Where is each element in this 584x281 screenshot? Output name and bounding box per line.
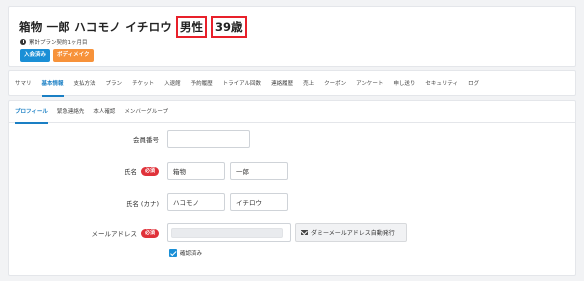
member-number-input[interactable] bbox=[167, 130, 250, 148]
email-input-wrapper[interactable] bbox=[167, 223, 291, 242]
email-confirmed-row: 確認済み bbox=[169, 249, 202, 257]
status-badges: 入会済み ボディメイク bbox=[20, 49, 94, 62]
tab-sales[interactable]: 売上 bbox=[303, 71, 314, 97]
tab-payment-method[interactable]: 支払方法 bbox=[74, 71, 96, 97]
last-name-kana-input[interactable]: ハコモノ bbox=[167, 193, 225, 211]
email-confirmed-label: 確認済み bbox=[180, 251, 203, 257]
tab-reservation-history[interactable]: 予約履歴 bbox=[191, 71, 213, 97]
sub-tab-bar: プロフィール 緊急連絡先 本人確認 メンバーグループ bbox=[9, 101, 575, 124]
email-input[interactable] bbox=[171, 228, 283, 238]
dummy-email-issue-label: ダミーメールアドレス自動発行 bbox=[311, 230, 395, 237]
name-label-text: 氏名 bbox=[123, 168, 137, 176]
email-confirmed-checkbox[interactable] bbox=[169, 249, 177, 257]
tab-entry-exit[interactable]: 入退館 bbox=[164, 71, 181, 97]
required-badge: 必須 bbox=[140, 166, 159, 176]
name-kana-label: 氏名 (カナ) bbox=[69, 195, 159, 211]
gender-label: 男性 bbox=[176, 16, 208, 38]
member-name: 箱物 一郎 ハコモノ イチロウ bbox=[19, 20, 173, 34]
name-label: 氏名 必須 bbox=[69, 163, 159, 179]
tab-coupon[interactable]: クーポン bbox=[324, 71, 346, 97]
tab-basic-info[interactable]: 基本情報 bbox=[41, 71, 64, 97]
info-icon bbox=[20, 39, 26, 45]
member-number-label: 会員番号 bbox=[89, 131, 159, 147]
age-label: 39歳 bbox=[211, 16, 247, 38]
status-badge-joined: 入会済み bbox=[20, 49, 51, 62]
subtab-emergency-contact[interactable]: 緊急連絡先 bbox=[57, 101, 85, 123]
tab-log[interactable]: ログ bbox=[468, 71, 479, 97]
envelope-icon bbox=[301, 230, 308, 235]
email-label: メールアドレス 必須 bbox=[59, 225, 159, 241]
tab-plan[interactable]: プラン bbox=[106, 71, 123, 97]
member-number-label-text: 会員番号 bbox=[133, 136, 159, 144]
email-label-text: メールアドレス bbox=[91, 230, 137, 238]
tab-survey[interactable]: アンケート bbox=[356, 71, 383, 97]
tab-handover[interactable]: 申し送り bbox=[393, 71, 415, 97]
first-name-kana-input[interactable]: イチロウ bbox=[230, 193, 288, 211]
tab-trial-count[interactable]: トライアル回数 bbox=[223, 71, 261, 97]
dummy-email-issue-button[interactable]: ダミーメールアドレス自動発行 bbox=[295, 223, 407, 242]
name-kana-label-text: 氏名 (カナ) bbox=[125, 200, 159, 208]
tab-ticket[interactable]: チケット bbox=[132, 71, 154, 97]
tab-summary[interactable]: サマリ bbox=[15, 71, 32, 97]
plan-info: 累計プラン契約1ヶ月目 bbox=[20, 38, 88, 46]
tab-security[interactable]: セキュリティ bbox=[425, 71, 458, 97]
first-name-input[interactable]: 一郎 bbox=[230, 162, 288, 180]
main-tab-bar: サマリ 基本情報 支払方法 プラン チケット 入退館 予約履歴 トライアル回数 … bbox=[8, 70, 576, 97]
plan-text: 累計プラン契約1ヶ月目 bbox=[29, 40, 88, 46]
tab-contact-history[interactable]: 連絡履歴 bbox=[271, 71, 293, 97]
subtab-identity-verification[interactable]: 本人確認 bbox=[93, 101, 115, 123]
required-badge: 必須 bbox=[140, 228, 159, 238]
status-badge-bodymake: ボディメイク bbox=[53, 49, 94, 62]
member-name-row: 箱物 一郎 ハコモノ イチロウ 男性 39歳 bbox=[19, 16, 247, 38]
subtab-profile[interactable]: プロフィール bbox=[15, 101, 48, 124]
last-name-input[interactable]: 箱物 bbox=[167, 162, 225, 180]
member-header: 箱物 一郎 ハコモノ イチロウ 男性 39歳 累計プラン契約1ヶ月目 入会済み … bbox=[8, 6, 576, 67]
profile-panel: プロフィール 緊急連絡先 本人確認 メンバーグループ 会員番号 氏名 必須 箱物… bbox=[8, 100, 576, 276]
subtab-member-group[interactable]: メンバーグループ bbox=[124, 101, 168, 123]
